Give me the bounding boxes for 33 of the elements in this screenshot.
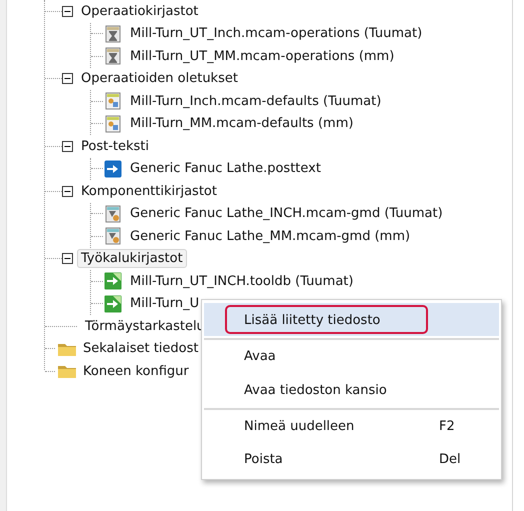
tree-item[interactable]: Sekalaiset tiedost [79, 339, 202, 358]
folder-icon [57, 363, 77, 380]
tree-item[interactable]: Mill-Turn_Inch.mcam-defaults (Tuumat) [130, 94, 382, 109]
collapse-icon[interactable] [62, 253, 73, 264]
document-gear-icon [104, 227, 122, 246]
collapse-icon[interactable] [62, 186, 73, 197]
document-gear-icon [104, 204, 122, 223]
menu-item[interactable]: Nimeä uudelleen F2 [204, 410, 499, 443]
tree-item[interactable]: Mill-Turn_UT_Inch.mcam-operations (Tuumat) [130, 26, 422, 42]
collapse-icon[interactable] [62, 6, 73, 17]
document-gear-icon [104, 92, 122, 110]
tree-item[interactable]: Operaatioiden oletukset [77, 69, 242, 88]
tree-item[interactable]: Generic Fanuc Lathe_INCH.mcam-gmd (Tuumat) [130, 206, 443, 222]
tree-item[interactable]: Mill-Turn_U [130, 296, 200, 312]
collapse-icon[interactable] [62, 140, 73, 152]
tree-item[interactable]: Generic Fanuc Lathe_MM.mcam-gmd (mm) [130, 228, 410, 244]
collapse-icon[interactable] [62, 73, 73, 84]
tree-item[interactable]: Operaatiokirjastot [77, 2, 202, 21]
menu-item[interactable]: Lisää liitetty tiedosto [204, 303, 499, 340]
tree-item[interactable]: Komponenttikirjastot [77, 182, 221, 201]
menu-item[interactable]: Avaa tiedoston kansio [204, 373, 499, 410]
tree-item[interactable]: Generic Fanuc Lathe.posttext [130, 161, 321, 176]
tree-item[interactable]: Koneen konfigur [79, 362, 193, 381]
tree-item[interactable]: Post-teksti [77, 136, 153, 156]
menu-item[interactable]: Avaa [204, 340, 499, 373]
menu-item[interactable]: Poista Del [204, 443, 499, 476]
document-icon [104, 47, 122, 66]
tree-item[interactable]: Työkalukirjastot [77, 249, 187, 268]
document-icon [104, 24, 122, 43]
tree-item[interactable]: Mill-Turn_UT_MM.mcam-operations (mm) [130, 48, 394, 64]
document-gear-icon [104, 114, 122, 133]
tree-item[interactable]: Mill-Turn_MM.mcam-defaults (mm) [130, 116, 354, 132]
tree-item[interactable]: Mill-Turn_UT_INCH.tooldb (Tuumat) [130, 274, 354, 289]
